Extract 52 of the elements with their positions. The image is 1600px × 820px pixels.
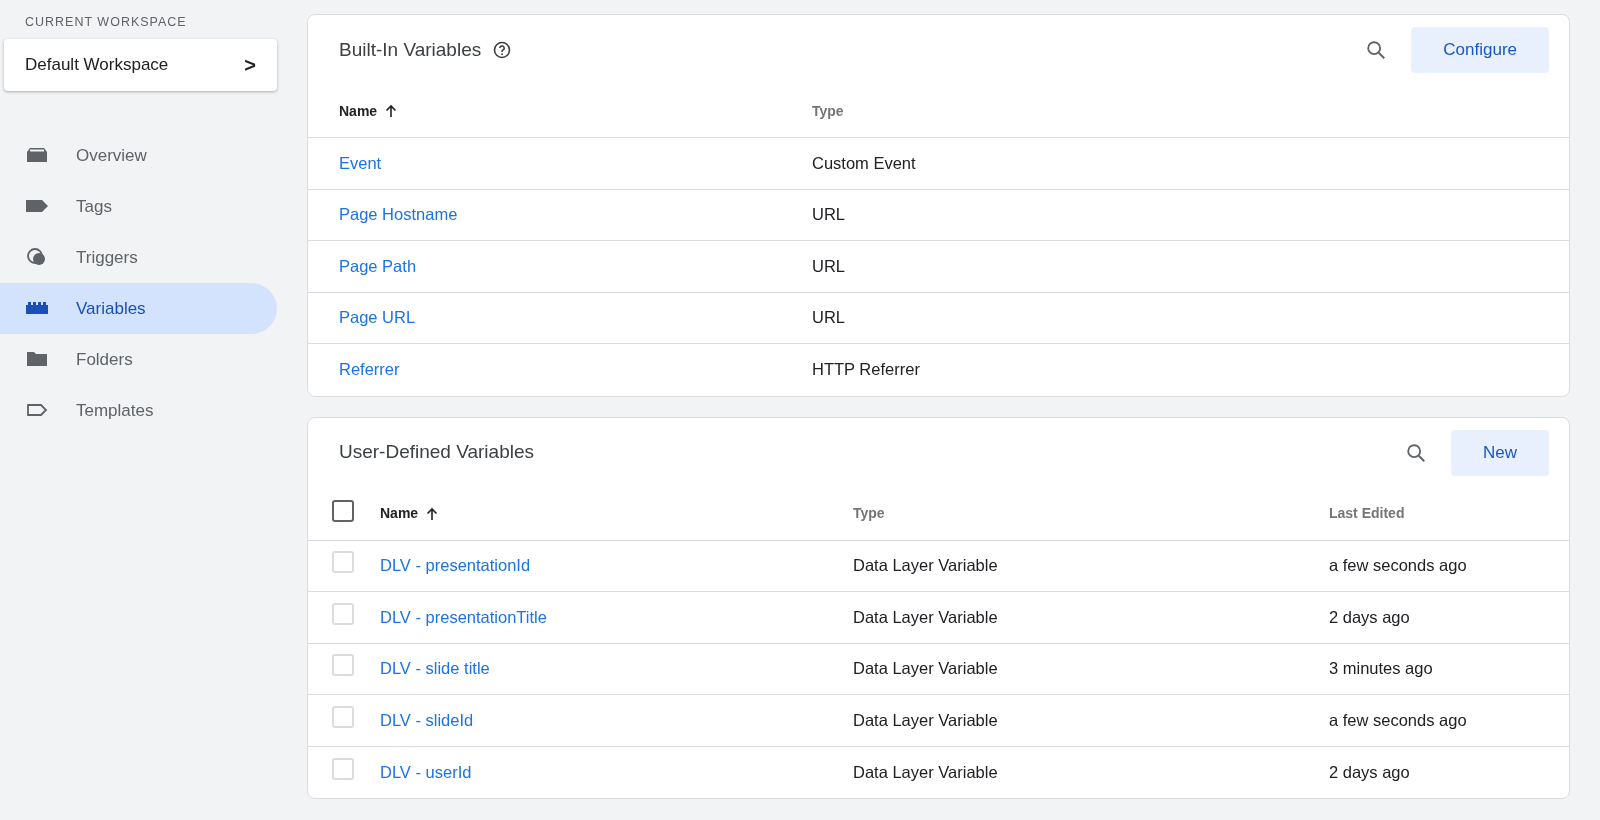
search-icon[interactable]: [1365, 39, 1388, 61]
nav-item[interactable]: Overview: [0, 129, 277, 181]
sort-arrow-icon[interactable]: [426, 506, 439, 521]
table-cell-text: Data Layer Variable: [853, 709, 999, 731]
table-cell-text: URL: [812, 255, 845, 277]
card-title: User-Defined Variables: [339, 440, 534, 465]
table-cell-text: HTTP Referrer: [812, 359, 920, 381]
variable-link[interactable]: DLV - slideId: [380, 710, 474, 729]
variable-link[interactable]: DLV - userId: [380, 762, 472, 781]
nav-item[interactable]: Triggers: [0, 231, 277, 283]
variable-link[interactable]: Page Hostname: [339, 205, 458, 224]
workspace-button[interactable]: Default Workspace >: [4, 38, 277, 91]
variable-link[interactable]: Page URL: [339, 308, 416, 327]
workspace-name: Default Workspace: [25, 54, 169, 76]
nav-item[interactable]: Tags: [0, 180, 277, 232]
checkbox[interactable]: [332, 499, 354, 522]
table-cell-text: 3 minutes ago: [1329, 658, 1433, 680]
nav-item[interactable]: Templates: [0, 384, 277, 436]
variable-link[interactable]: DLV - presentationId: [380, 556, 531, 575]
variable-link[interactable]: Event: [339, 153, 382, 172]
workspace-label: CURRENT WORKSPACE: [24, 14, 188, 31]
table-cell-text: 2 days ago: [1329, 606, 1410, 628]
tray-icon: [25, 146, 49, 165]
column-header: Type: [853, 504, 886, 523]
column-header: Last Edited: [1329, 504, 1405, 523]
column-header[interactable]: Name: [339, 100, 378, 122]
new-button[interactable]: New: [1451, 429, 1549, 476]
chevron-icon: >: [244, 49, 256, 80]
table-cell-text: 2 days ago: [1329, 761, 1410, 783]
table-cell-text: Data Layer Variable: [853, 761, 999, 783]
nav-item[interactable]: Variables: [0, 282, 277, 334]
table-cell-text: a few seconds ago: [1329, 709, 1467, 731]
table-cell-text: Data Layer Variable: [853, 606, 999, 628]
variable-link[interactable]: DLV - presentationTitle: [380, 607, 547, 626]
variable-link[interactable]: Referrer: [339, 360, 400, 379]
sort-arrow-icon[interactable]: [385, 104, 398, 118]
folder-icon: [25, 350, 49, 369]
table-cell-text: URL: [812, 307, 845, 329]
table-cell-text: URL: [812, 204, 845, 226]
table-cell-text: Data Layer Variable: [853, 555, 999, 577]
help-icon[interactable]: [493, 41, 512, 59]
search-icon[interactable]: [1405, 441, 1427, 464]
column-header[interactable]: Name: [380, 503, 419, 524]
card-title: Built-In Variables: [339, 37, 482, 62]
column-header: Type: [812, 101, 844, 121]
table-cell-text: Data Layer Variable: [853, 658, 999, 680]
table-cell-text: a few seconds ago: [1329, 555, 1467, 577]
variable-link[interactable]: DLV - slide title: [380, 659, 490, 678]
configure-button[interactable]: Configure: [1411, 27, 1549, 73]
variable-link[interactable]: Page Path: [339, 256, 417, 275]
nav-item[interactable]: Folders: [0, 333, 277, 385]
table-cell-text: Custom Event: [812, 152, 916, 174]
